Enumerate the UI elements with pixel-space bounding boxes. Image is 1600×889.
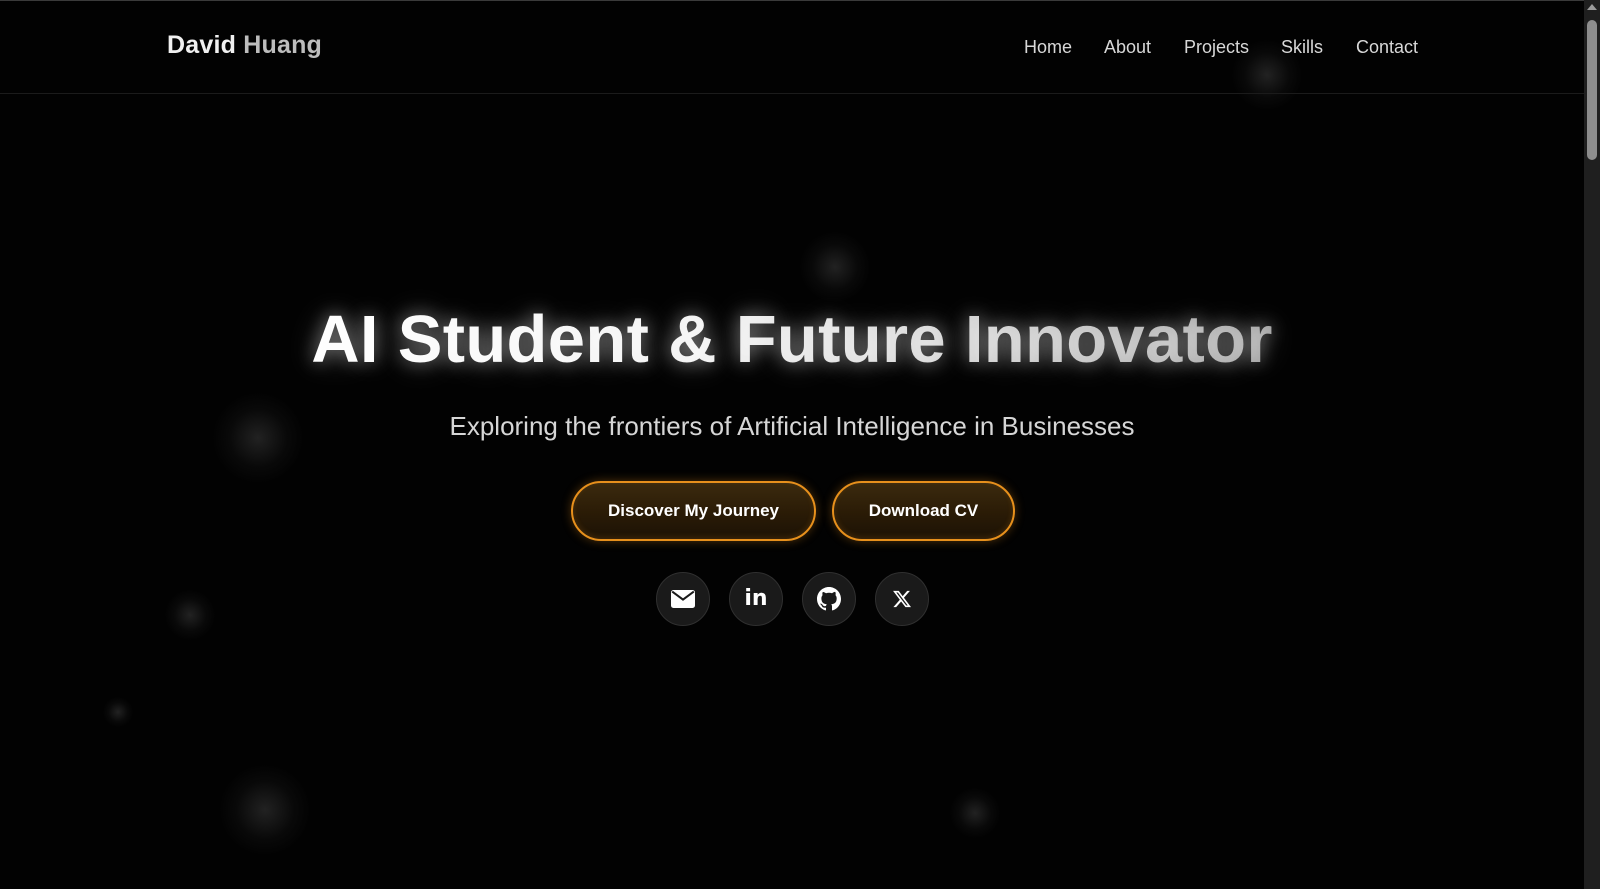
- scroll-up-arrow-icon[interactable]: [1587, 4, 1597, 10]
- nav-link-skills[interactable]: Skills: [1281, 37, 1323, 58]
- nav-link-contact[interactable]: Contact: [1356, 37, 1418, 58]
- bg-glow-particle: [220, 765, 310, 855]
- envelope-icon: [671, 590, 695, 608]
- top-navbar: David Huang Home About Projects Skills C…: [0, 1, 1584, 94]
- hero-title-part2: Innovator: [964, 302, 1273, 377]
- logo-first-name: David: [167, 31, 237, 59]
- hero-subtitle: Exploring the frontiers of Artificial In…: [449, 411, 1135, 441]
- github-icon: [817, 587, 841, 611]
- nav-link-projects[interactable]: Projects: [1184, 37, 1249, 58]
- x-social-button[interactable]: [875, 572, 929, 626]
- discover-journey-button[interactable]: Discover My Journey: [571, 481, 816, 541]
- linkedin-social-button[interactable]: in: [729, 572, 783, 626]
- email-social-button[interactable]: [656, 572, 710, 626]
- hero-title-part1: AI Student & Future: [311, 302, 965, 377]
- github-social-button[interactable]: [802, 572, 856, 626]
- bg-glow-particle: [103, 697, 133, 727]
- x-icon: [893, 590, 912, 608]
- download-cv-button[interactable]: Download CV: [832, 481, 1015, 541]
- page-scrollbar[interactable]: [1584, 0, 1600, 889]
- scrollbar-thumb[interactable]: [1587, 20, 1597, 160]
- bg-glow-particle: [950, 788, 1000, 838]
- logo-last-name: Huang: [243, 31, 323, 59]
- site-logo[interactable]: David Huang: [167, 31, 322, 60]
- hero-title: AI Student & Future Innovator: [0, 300, 1584, 380]
- hero-title-text: AI Student & Future Innovator: [311, 302, 1273, 377]
- nav-link-about[interactable]: About: [1104, 37, 1151, 58]
- linkedin-icon: in: [744, 585, 768, 611]
- nav-link-home[interactable]: Home: [1024, 37, 1072, 58]
- portfolio-page: David Huang Home About Projects Skills C…: [0, 0, 1600, 889]
- bg-glow-particle: [165, 590, 215, 640]
- bg-glow-particle: [800, 232, 870, 302]
